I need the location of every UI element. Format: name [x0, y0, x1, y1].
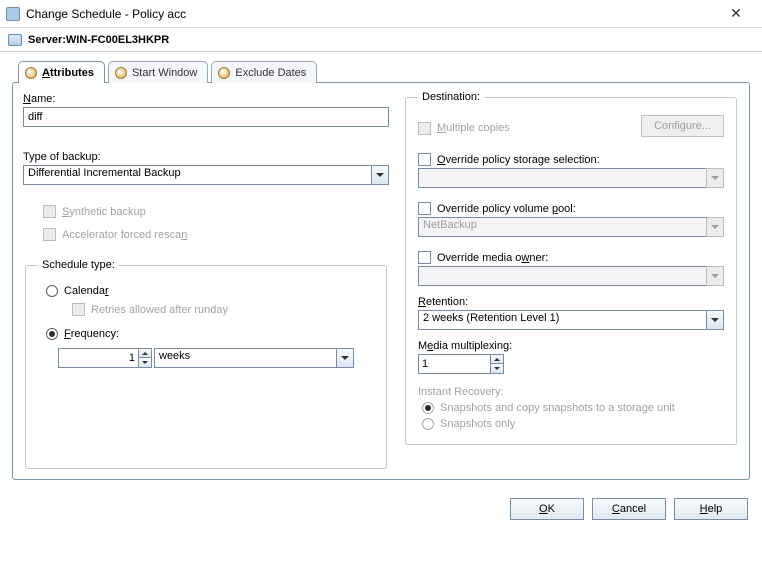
dropdown-button[interactable]: [706, 310, 724, 330]
retention-combo[interactable]: 2 weeks (Retention Level 1): [418, 310, 724, 330]
server-bar: Server: WIN-FC00EL3HKPR: [0, 28, 762, 52]
retries-label: Retries allowed after runday: [91, 304, 228, 316]
retention-value: 2 weeks (Retention Level 1): [418, 310, 706, 330]
clock-icon: [25, 67, 37, 79]
tab-row: Attributes Start Window Exclude Dates: [18, 60, 750, 82]
chevron-down-icon: [711, 225, 719, 229]
clock-icon: [218, 67, 230, 79]
dialog-footer: OK Cancel Help: [0, 492, 762, 530]
server-icon: [8, 34, 22, 46]
multiple-copies-label: Multiple copies: [437, 122, 510, 134]
server-label: Server:: [28, 34, 66, 46]
override-volume-label: Override policy volume pool:: [437, 203, 576, 215]
titlebar: Change Schedule - Policy acc ✕: [0, 0, 762, 28]
chevron-up-icon: [142, 352, 148, 355]
storage-selection-value: [418, 168, 706, 188]
name-label: Name:: [23, 93, 389, 105]
close-button[interactable]: ✕: [716, 2, 756, 26]
destination-legend: Destination:: [418, 91, 484, 103]
type-of-backup-combo[interactable]: Differential Incremental Backup: [23, 165, 389, 185]
volume-pool-combo: NetBackup: [418, 217, 724, 237]
attributes-panel: Name: Type of backup: Differential Incre…: [12, 82, 750, 480]
app-icon: [6, 7, 20, 21]
media-multiplexing-label: Media multiplexing:: [418, 340, 724, 352]
schedule-type-group: Schedule type: Calendar Retries allowed …: [25, 259, 387, 469]
spinner-up[interactable]: [138, 348, 152, 358]
tab-start-window-label: Start Window: [132, 67, 197, 79]
clock-icon: [115, 67, 127, 79]
chevron-up-icon: [494, 358, 500, 361]
volume-pool-value: NetBackup: [418, 217, 706, 237]
storage-selection-combo: [418, 168, 724, 188]
frequency-radio[interactable]: [46, 328, 58, 340]
retention-label: Retention:: [418, 296, 724, 308]
help-button[interactable]: Help: [674, 498, 748, 520]
frequency-spinner[interactable]: [58, 348, 152, 368]
synthetic-backup-checkbox: [43, 205, 56, 218]
tab-exclude-dates-label: Exclude Dates: [235, 67, 306, 79]
ir-snapshots-only-label: Snapshots only: [440, 418, 515, 430]
chevron-down-icon: [711, 318, 719, 322]
synthetic-backup-label: Synthetic backup: [62, 206, 146, 218]
accelerator-rescan-checkbox: [43, 228, 56, 241]
window-title: Change Schedule - Policy acc: [26, 7, 716, 21]
chevron-down-icon: [711, 274, 719, 278]
calendar-label: Calendar: [64, 285, 109, 297]
tab-attributes[interactable]: Attributes: [18, 61, 105, 83]
tab-attributes-label: ttributes: [50, 67, 94, 79]
configure-button: Configure...: [641, 115, 724, 137]
media-multiplexing-value[interactable]: [418, 354, 490, 374]
frequency-value[interactable]: [58, 348, 138, 368]
dropdown-button: [706, 168, 724, 188]
media-owner-combo: [418, 266, 724, 286]
chevron-down-icon: [341, 356, 349, 360]
chevron-down-icon: [142, 361, 148, 364]
dropdown-button: [706, 266, 724, 286]
media-owner-value: [418, 266, 706, 286]
dropdown-button[interactable]: [371, 165, 389, 185]
spinner-up[interactable]: [490, 354, 504, 364]
chevron-down-icon: [376, 173, 384, 177]
override-storage-checkbox[interactable]: [418, 153, 431, 166]
type-of-backup-value: Differential Incremental Backup: [23, 165, 371, 185]
override-media-owner-checkbox[interactable]: [418, 251, 431, 264]
name-input[interactable]: [23, 107, 389, 127]
destination-group: Destination: Multiple copies Configure..…: [405, 91, 737, 445]
chevron-down-icon: [494, 367, 500, 370]
override-volume-checkbox[interactable]: [418, 202, 431, 215]
ir-snapshots-copy-label: Snapshots and copy snapshots to a storag…: [440, 402, 675, 414]
accelerator-rescan-label: Accelerator forced rescan: [62, 229, 187, 241]
instant-recovery-label: Instant Recovery:: [418, 386, 724, 398]
cancel-button[interactable]: Cancel: [592, 498, 666, 520]
media-multiplexing-spinner[interactable]: [418, 354, 724, 374]
override-media-owner-label: Override media owner:: [437, 252, 548, 264]
ok-button[interactable]: OK: [510, 498, 584, 520]
chevron-down-icon: [711, 176, 719, 180]
server-name: WIN-FC00EL3HKPR: [66, 34, 169, 46]
frequency-label: Frequency:: [64, 328, 119, 340]
override-storage-label: Override policy storage selection:: [437, 154, 600, 166]
ir-snapshots-only-radio: [422, 418, 434, 430]
calendar-radio[interactable]: [46, 285, 58, 297]
type-of-backup-label: Type of backup:: [23, 151, 389, 163]
ir-snapshots-copy-radio: [422, 402, 434, 414]
frequency-unit-combo[interactable]: weeks: [154, 348, 354, 368]
dropdown-button: [706, 217, 724, 237]
multiple-copies-checkbox: [418, 122, 431, 135]
retries-checkbox: [72, 303, 85, 316]
tab-exclude-dates[interactable]: Exclude Dates: [211, 61, 317, 83]
tab-start-window[interactable]: Start Window: [108, 61, 208, 83]
spinner-down[interactable]: [138, 358, 152, 368]
frequency-unit-value: weeks: [154, 348, 336, 368]
dropdown-button[interactable]: [336, 348, 354, 368]
spinner-down[interactable]: [490, 364, 504, 374]
schedule-type-legend: Schedule type:: [38, 259, 119, 271]
